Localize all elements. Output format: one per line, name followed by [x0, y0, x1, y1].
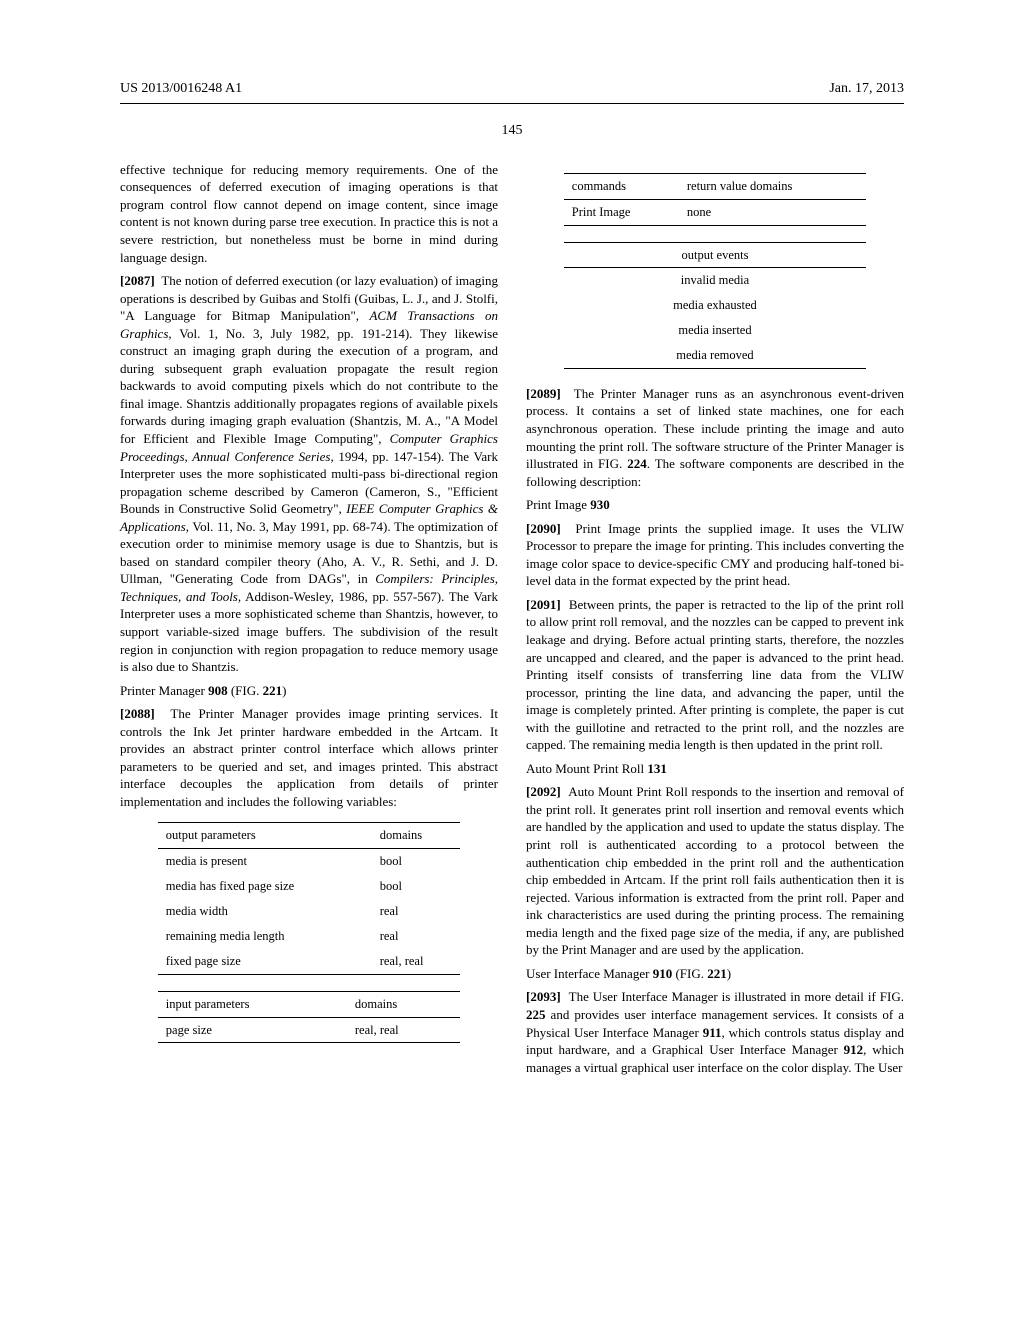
- fig-num: 225: [526, 1007, 546, 1022]
- table-header: domains: [372, 823, 460, 849]
- cell: media exhausted: [564, 293, 866, 318]
- text: Vol. 1, No. 3, July 1982, pp. 191-214). …: [120, 326, 498, 446]
- table-row: media inserted: [564, 318, 866, 343]
- fig-num: 221: [263, 683, 283, 698]
- table-row: media has fixed page sizebool: [158, 874, 460, 899]
- page: US 2013/0016248 A1 Jan. 17, 2013 145 eff…: [0, 0, 1024, 1320]
- heading-printer-manager: Printer Manager 908 (FIG. 221): [120, 682, 498, 700]
- para-num: [2088]: [120, 706, 155, 721]
- cell: real, real: [347, 1017, 460, 1043]
- cell: invalid media: [564, 268, 866, 293]
- content-columns: effective technique for reducing memory …: [120, 161, 904, 1261]
- table-row: fixed page sizereal, real: [158, 949, 460, 974]
- ref-num: 912: [844, 1042, 864, 1057]
- cell: bool: [372, 849, 460, 874]
- para-num: [2091]: [526, 597, 561, 612]
- cell: bool: [372, 874, 460, 899]
- cell: Print Image: [564, 199, 679, 225]
- table-row: remaining media lengthreal: [158, 924, 460, 949]
- paragraph-2089: [2089] The Printer Manager runs as an as…: [526, 385, 904, 490]
- cell: real: [372, 924, 460, 949]
- cell: remaining media length: [158, 924, 372, 949]
- table-output-parameters: output parameters domains media is prese…: [158, 822, 460, 974]
- cell: media is present: [158, 849, 372, 874]
- table-row: Print Imagenone: [564, 199, 866, 225]
- table-header: domains: [347, 991, 460, 1017]
- cell: media inserted: [564, 318, 866, 343]
- table-row: media is presentbool: [158, 849, 460, 874]
- text: (FIG.: [228, 683, 263, 698]
- table-row: page sizereal, real: [158, 1017, 460, 1043]
- heading-auto-mount: Auto Mount Print Roll 131: [526, 760, 904, 778]
- text: The User Interface Manager is illustrate…: [569, 989, 904, 1004]
- fig-num: 224: [627, 456, 647, 471]
- para-num: [2087]: [120, 273, 155, 288]
- text: Print Image: [526, 497, 590, 512]
- table-header-row: input parameters domains: [158, 991, 460, 1017]
- text: (FIG.: [672, 966, 707, 981]
- table-commands: commands return value domains Print Imag…: [564, 173, 866, 226]
- text: Auto Mount Print Roll: [526, 761, 647, 776]
- paragraph-2090: [2090] Print Image prints the supplied i…: [526, 520, 904, 590]
- heading-ui-manager: User Interface Manager 910 (FIG. 221): [526, 965, 904, 983]
- paragraph-2091: [2091] Between prints, the paper is retr…: [526, 596, 904, 754]
- cell: media width: [158, 899, 372, 924]
- text: Printer Manager: [120, 683, 208, 698]
- para-num: [2092]: [526, 784, 561, 799]
- ref-num: 930: [590, 497, 610, 512]
- cell: page size: [158, 1017, 347, 1043]
- table-row: media exhausted: [564, 293, 866, 318]
- table-header: output parameters: [158, 823, 372, 849]
- text: Between prints, the paper is retracted t…: [526, 597, 904, 752]
- paragraph-2087: [2087] The notion of deferred execution …: [120, 272, 498, 676]
- page-number: 145: [120, 122, 904, 141]
- table-row: media widthreal: [158, 899, 460, 924]
- text: ): [727, 966, 731, 981]
- para-num: [2093]: [526, 989, 561, 1004]
- paragraph-2088: [2088] The Printer Manager provides imag…: [120, 705, 498, 810]
- text: Print Image prints the supplied image. I…: [526, 521, 904, 589]
- text: The Printer Manager provides image print…: [120, 706, 498, 809]
- publication-date: Jan. 17, 2013: [829, 80, 904, 99]
- cell: real: [372, 899, 460, 924]
- table-header-row: commands return value domains: [564, 173, 866, 199]
- text: ): [282, 683, 286, 698]
- cell: media removed: [564, 343, 866, 368]
- ref-num: 908: [208, 683, 228, 698]
- ref-num: 911: [703, 1025, 722, 1040]
- table-header: input parameters: [158, 991, 347, 1017]
- publication-number: US 2013/0016248 A1: [120, 80, 242, 99]
- cell: none: [679, 199, 866, 225]
- table-header-row: output events: [564, 242, 866, 268]
- table-header: commands: [564, 173, 679, 199]
- ref-num: 910: [653, 966, 673, 981]
- paragraph-2092: [2092] Auto Mount Print Roll responds to…: [526, 783, 904, 958]
- ref-num: 131: [647, 761, 667, 776]
- table-row: media removed: [564, 343, 866, 368]
- para-num: [2090]: [526, 521, 561, 536]
- table-header-row: output parameters domains: [158, 823, 460, 849]
- text: User Interface Manager: [526, 966, 653, 981]
- fig-num: 221: [707, 966, 727, 981]
- table-input-parameters: input parameters domains page sizereal, …: [158, 991, 460, 1044]
- para-num: [2089]: [526, 386, 561, 401]
- table-row: invalid media: [564, 268, 866, 293]
- table-header: output events: [564, 242, 866, 268]
- text: Auto Mount Print Roll responds to the in…: [526, 784, 904, 957]
- cell: fixed page size: [158, 949, 372, 974]
- paragraph-2093: [2093] The User Interface Manager is ill…: [526, 988, 904, 1076]
- table-header: return value domains: [679, 173, 866, 199]
- paragraph-lead: effective technique for reducing memory …: [120, 161, 498, 266]
- cell: media has fixed page size: [158, 874, 372, 899]
- heading-print-image: Print Image 930: [526, 496, 904, 514]
- table-output-events: output events invalid media media exhaus…: [564, 242, 866, 369]
- page-header: US 2013/0016248 A1 Jan. 17, 2013: [120, 80, 904, 104]
- cell: real, real: [372, 949, 460, 974]
